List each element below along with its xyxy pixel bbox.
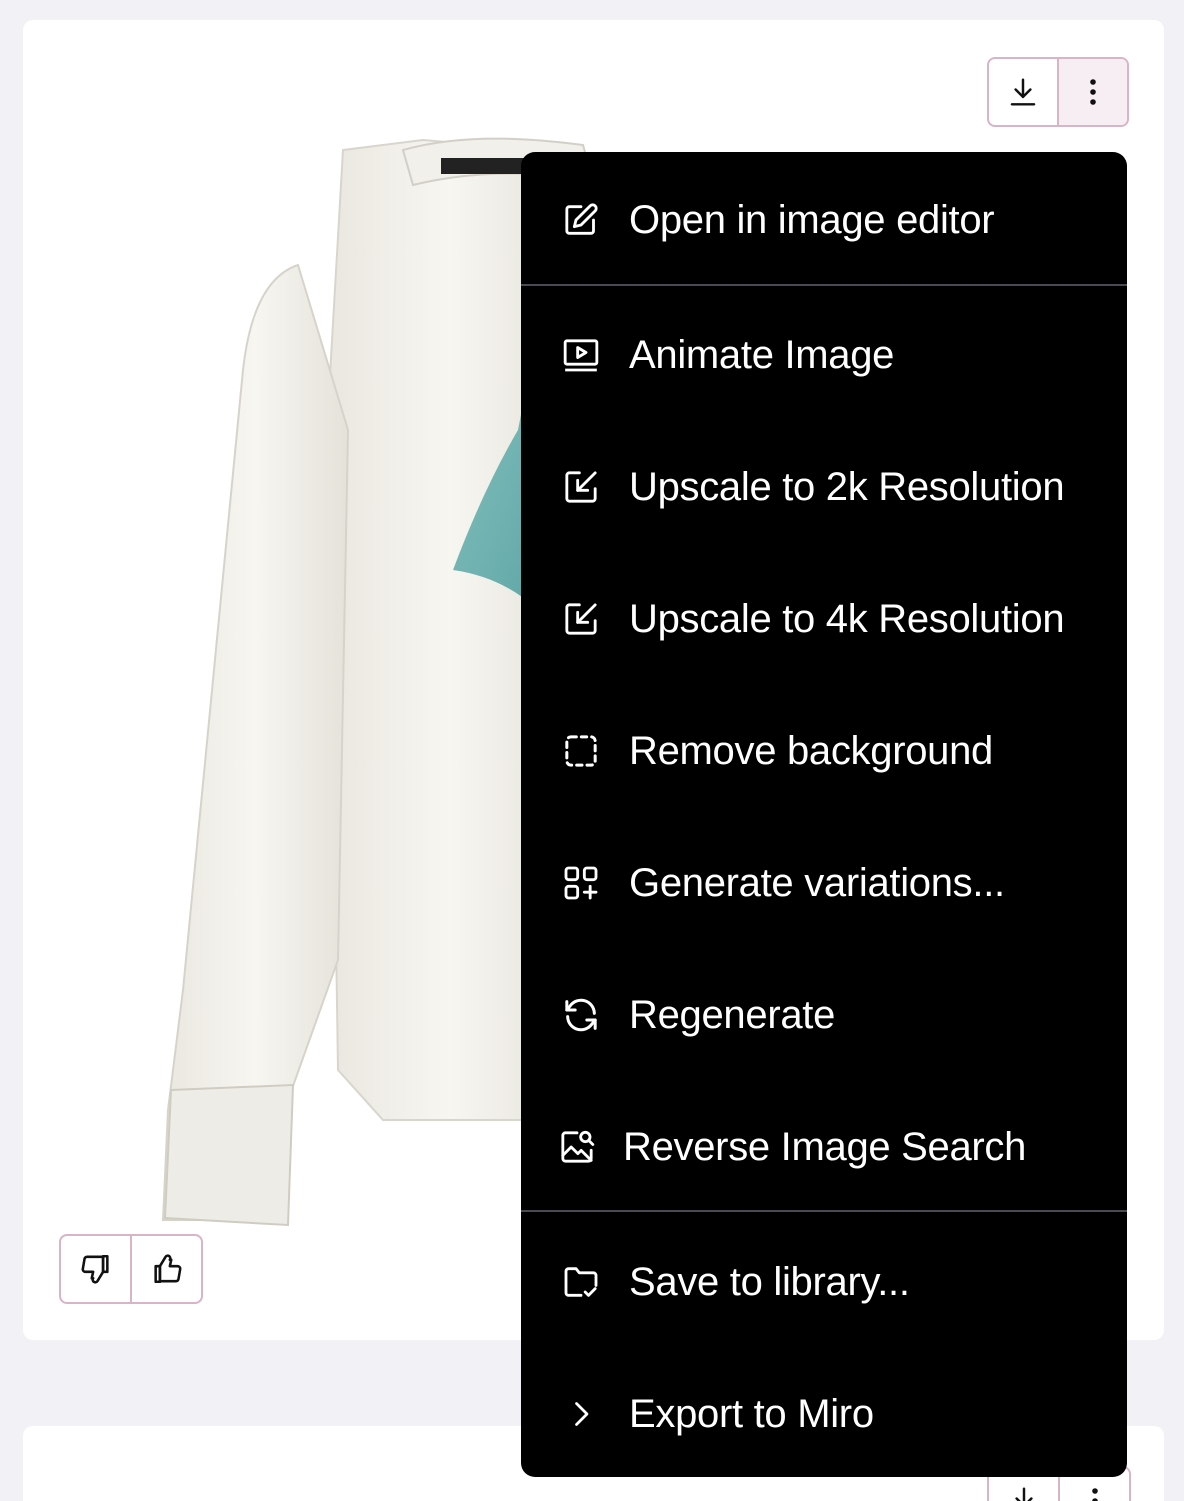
edit-icon — [559, 198, 603, 242]
chevron-right-icon — [559, 1392, 603, 1436]
context-menu: Open in image editor Animate Image Upsca… — [521, 152, 1127, 1477]
folder-check-icon — [559, 1260, 603, 1304]
menu-item-label: Upscale to 2k Resolution — [629, 464, 1065, 509]
menu-divider — [521, 284, 1127, 286]
like-button[interactable] — [130, 1236, 201, 1302]
download-icon — [1010, 78, 1036, 106]
menu-item-label: Reverse Image Search — [623, 1124, 1027, 1169]
menu-item-label: Regenerate — [629, 992, 836, 1037]
more-options-button[interactable] — [1057, 59, 1127, 125]
menu-item-animate-image[interactable]: Animate Image — [521, 315, 1127, 395]
menu-item-export-to-miro[interactable]: Export to Miro — [521, 1374, 1127, 1454]
menu-item-open-in-image-editor[interactable]: Open in image editor — [521, 180, 1127, 260]
menu-item-save-to-library[interactable]: Save to library... — [521, 1242, 1127, 1322]
image-search-icon — [555, 1125, 599, 1169]
menu-item-label: Animate Image — [629, 332, 895, 377]
menu-item-label: Save to library... — [629, 1259, 910, 1304]
menu-divider — [521, 1210, 1127, 1212]
menu-item-label: Export to Miro — [629, 1391, 874, 1436]
download-icon — [1014, 1487, 1033, 1501]
menu-item-generate-variations[interactable]: Generate variations... — [521, 843, 1127, 923]
grid-plus-icon — [559, 861, 603, 905]
menu-item-label: Open in image editor — [629, 197, 995, 242]
menu-item-label: Generate variations... — [629, 860, 1005, 905]
download-button[interactable] — [989, 59, 1057, 125]
thumbs-up-icon — [153, 1254, 181, 1284]
menu-item-label: Remove background — [629, 728, 994, 773]
menu-item-reverse-image-search[interactable]: Reverse Image Search — [521, 1107, 1127, 1187]
menu-item-remove-background[interactable]: Remove background — [521, 711, 1127, 791]
dislike-button[interactable] — [61, 1236, 130, 1302]
upscale-icon — [559, 465, 603, 509]
play-screen-icon — [559, 333, 603, 377]
feedback-buttons — [59, 1234, 203, 1304]
page: Open in image editor Animate Image Upsca… — [0, 0, 1184, 1501]
menu-item-label: Upscale to 4k Resolution — [629, 596, 1065, 641]
refresh-icon — [559, 993, 603, 1037]
upscale-icon — [559, 597, 603, 641]
vertical-dots-icon — [1090, 79, 1096, 105]
vertical-dots-icon — [1091, 1488, 1098, 1501]
thumbs-down-icon — [81, 1254, 109, 1284]
menu-item-upscale-2k[interactable]: Upscale to 2k Resolution — [521, 447, 1127, 527]
menu-item-upscale-4k[interactable]: Upscale to 4k Resolution — [521, 579, 1127, 659]
menu-item-regenerate[interactable]: Regenerate — [521, 975, 1127, 1055]
dashed-square-icon — [559, 729, 603, 773]
image-actions — [987, 57, 1129, 127]
